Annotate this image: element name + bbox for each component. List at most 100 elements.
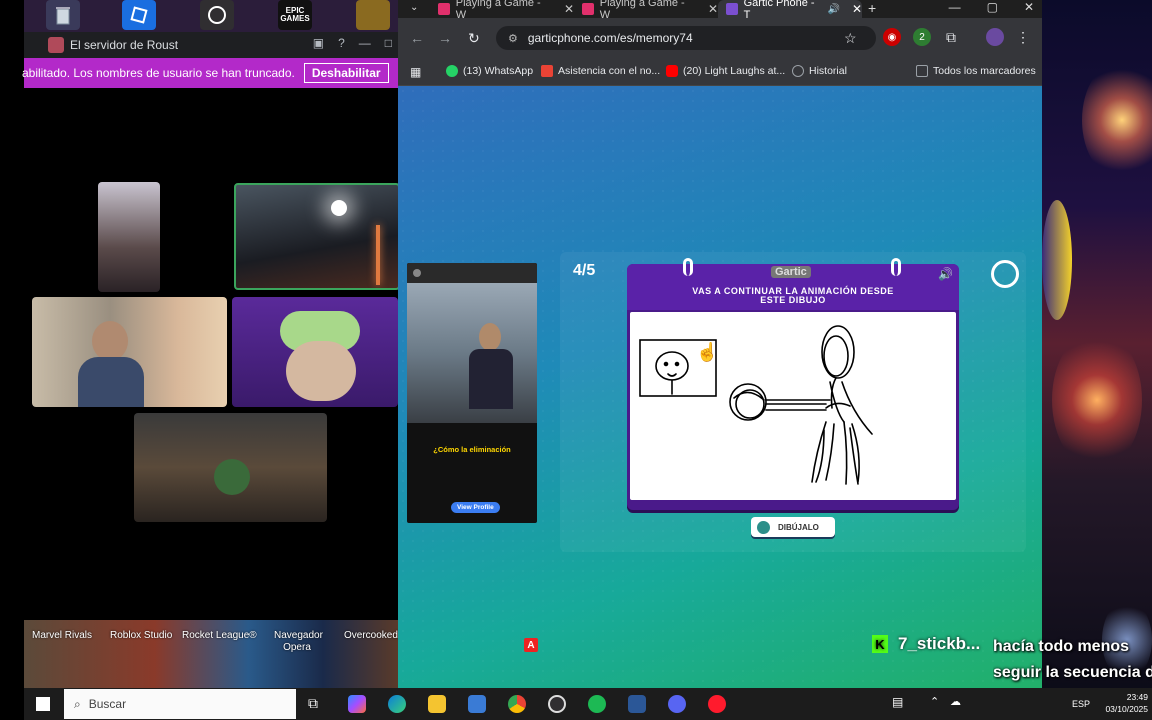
extensions-puzzle-icon[interactable]: ⧉ [942,28,960,46]
ad-image [407,283,537,423]
desktop-app-opera[interactable]: Navegador Opera [274,630,323,654]
notice-banner: abilitado. Los nombres de usuario se han… [22,58,398,88]
gartic-page: ¿Cómo la eliminación View Profile 4/5 Ga… [398,86,1042,688]
tab-playing-2[interactable]: Playing a Game - W ✕ [574,0,718,21]
discord-taskbar-icon[interactable] [668,695,686,713]
ring-decoration [891,258,901,276]
discord-call-window: El servidor de Roust ▣ ? — □ abilitado. … [22,32,400,620]
new-tab-button[interactable]: + [868,0,876,16]
back-icon[interactable]: ← [410,30,424,46]
opera-taskbar-icon[interactable] [708,695,726,713]
file-explorer-icon[interactable] [428,695,446,713]
close-window-button[interactable]: ✕ [1024,0,1034,14]
maximize-button[interactable]: ▢ [987,0,998,14]
kick-icon: K [872,635,888,653]
view-profile-button[interactable]: View Profile [451,502,500,513]
video-tile-3[interactable] [32,297,227,407]
reload-icon[interactable]: ↻ [468,30,480,47]
apps-grid-icon[interactable]: ▦ [410,65,421,79]
disable-button[interactable]: Deshabilitar [303,63,389,83]
bookmarks-bar: ▦ (13) WhatsApp Asistencia con el no... … [398,58,1042,86]
bookmark-history[interactable]: Historial [792,65,847,77]
epic-games-icon[interactable]: EPIC GAMES [278,0,312,30]
language-indicator[interactable]: ESP [1072,699,1090,709]
maximize-button[interactable]: □ [385,36,392,50]
news-widget-icon[interactable]: ▤ [892,695,910,713]
check-icon [757,520,770,534]
browser-window: ⌄ Playing a Game - W ✕ Playing a Game - … [398,0,1042,688]
video-tile-2-speaking[interactable] [234,183,400,290]
obs-taskbar-icon[interactable] [548,695,566,713]
folder-icon [916,65,928,77]
game-shortcut-icon[interactable] [356,0,390,30]
sound-icon[interactable]: 🔊 [938,267,953,281]
desktop-wallpaper [1042,0,1152,688]
tray-chevron-icon[interactable]: ⌃ [930,695,948,713]
menu-kebab-icon[interactable]: ⋮ [1014,28,1032,46]
instruction-text: VAS A CONTINUAR LA ANIMACIÓN DESDE ESTE … [692,286,894,305]
address-bar-row: ← → ↻ ⚙ garticphone.com/es/memory74 ☆ ◉ … [398,18,1042,58]
notice-text: abilitado. Los nombres de usuario se han… [22,66,295,80]
roblox-icon[interactable] [122,0,156,30]
tab-strip: ⌄ Playing a Game - W ✕ Playing a Game - … [398,0,1042,21]
windows-start-icon[interactable] [36,697,50,711]
desktop-app-rocket-league[interactable]: Rocket League® [182,630,257,641]
hand-cursor-icon: ☝ [696,342,719,362]
bookmark-youtube[interactable]: (20) Light Laughs at... [666,65,785,77]
obs-icon[interactable] [200,0,234,30]
draw-it-button[interactable]: DIBÚJALO [751,517,835,537]
help-icon[interactable]: ? [338,36,345,50]
close-icon[interactable]: ✕ [852,2,862,16]
pip-icon[interactable]: ▣ [313,36,324,50]
tab-playing-1[interactable]: Playing a Game - W ✕ [430,0,574,21]
video-tile-1[interactable] [98,182,160,292]
spotify-icon[interactable] [588,695,606,713]
app-window-icon[interactable] [628,695,646,713]
desktop-app-overcooked[interactable]: Overcooked! [344,630,401,641]
minimize-button[interactable]: — [949,0,961,14]
desktop-apps-row: Marvel Rivals Roblox Studio Rocket Leagu… [24,620,401,688]
close-icon[interactable]: ✕ [564,2,574,16]
video-tile-5[interactable] [134,413,327,522]
video-tile-4[interactable] [232,297,398,407]
chrome-icon[interactable] [508,695,526,713]
tray-icons[interactable]: ☁ [950,695,968,713]
chat-user: K 7_stickb... [872,634,980,654]
close-icon[interactable]: ✕ [708,2,718,16]
profile-avatar[interactable] [986,28,1004,46]
edge-icon[interactable] [388,695,406,713]
tab-favicon-icon [582,3,594,15]
bookmark-whatsapp[interactable]: (13) WhatsApp [446,65,533,77]
minimize-button[interactable]: — [359,36,371,50]
ad-caption: ¿Cómo la eliminación [433,445,511,454]
tab-gartic-phone[interactable]: Gartic Phone - T 🔊 ✕ [718,0,862,21]
clock[interactable]: 23:49 03/10/2025 [1105,691,1148,715]
whatsapp-icon [446,65,458,77]
speaker-icon[interactable]: 🔊 [827,4,839,15]
desktop-app-roblox-studio[interactable]: Roblox Studio [110,630,172,641]
url-bar[interactable]: ⚙ garticphone.com/es/memory74 [496,26,876,50]
copilot-icon[interactable] [348,695,366,713]
server-title: El servidor de Roust [70,38,179,52]
recycle-bin-icon[interactable] [46,0,80,30]
tab-search-icon[interactable]: ⌄ [410,2,418,13]
taskbar-search[interactable]: ⌕ Buscar [64,689,296,719]
video-ad[interactable]: ¿Cómo la eliminación View Profile [407,263,537,523]
bookmark-star-icon[interactable]: ☆ [844,30,857,47]
gmail-icon [541,65,553,77]
alert-icon: A [524,638,538,652]
extension-adblock-icon[interactable]: ◉ [883,28,901,46]
drawing-card: Gartic 🔊 VAS A CONTINUAR LA ANIMACIÓN DE… [627,258,959,510]
extension-badge-icon[interactable]: 2 [913,28,931,46]
drawing-canvas[interactable]: ☝ [630,312,956,500]
site-info-icon[interactable]: ⚙ [508,32,518,45]
task-view-icon[interactable]: ⧉ [308,695,326,713]
sketch-drawing [639,325,873,485]
desktop-app-marvel-rivals[interactable]: Marvel Rivals [32,630,92,641]
search-icon: ⌕ [74,696,81,711]
ad-header [407,263,537,283]
store-icon[interactable] [468,695,486,713]
bookmark-gmail[interactable]: Asistencia con el no... [541,65,660,77]
forward-icon[interactable]: → [438,30,452,46]
bookmark-all[interactable]: Todos los marcadores [916,65,1036,77]
